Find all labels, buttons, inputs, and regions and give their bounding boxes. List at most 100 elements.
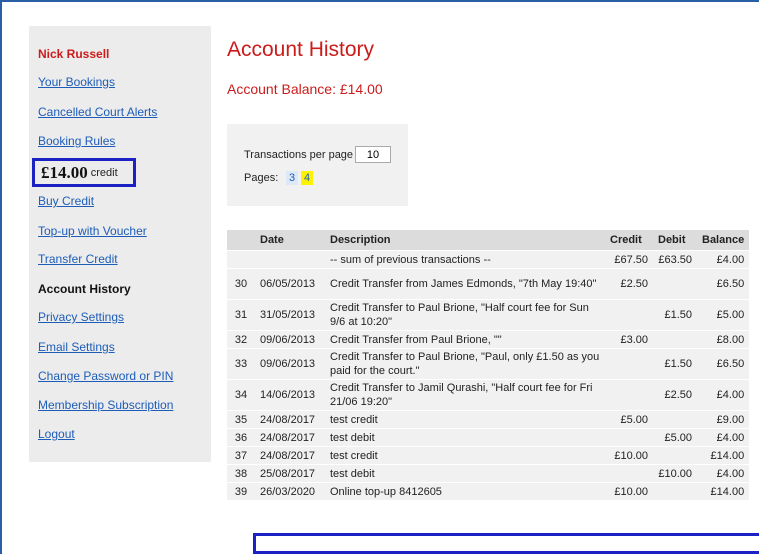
per-page-label: Transactions per page (244, 149, 354, 161)
row-credit (605, 348, 653, 380)
highlight-latest-transaction (253, 533, 759, 554)
row-description: Online top-up 8412605 (325, 482, 605, 501)
nav-buy-credit[interactable]: Buy Credit (38, 194, 94, 208)
row-date: 25/08/2017 (255, 464, 325, 483)
summary-credit: £67.50 (605, 250, 653, 269)
col-date-header: Date (255, 230, 325, 251)
col-index-header (227, 230, 255, 251)
row-date: 06/05/2013 (255, 268, 325, 300)
row-description: Credit Transfer from James Edmonds, "7th… (325, 268, 605, 300)
row-index: 36 (227, 428, 255, 447)
row-index: 38 (227, 464, 255, 483)
row-description: test credit (325, 410, 605, 429)
row-balance: £5.00 (697, 299, 750, 331)
row-debit: £10.00 (653, 464, 697, 483)
nav-change-password[interactable]: Change Password or PIN (38, 369, 173, 383)
table-header-row: Date Description Credit Debit Balance (227, 230, 750, 251)
window-top-border (0, 0, 759, 2)
row-credit: £10.00 (605, 482, 653, 501)
page-title: Account History (227, 38, 375, 61)
row-description: test credit (325, 446, 605, 465)
row-index: 35 (227, 410, 255, 429)
nav-logout[interactable]: Logout (38, 427, 75, 441)
credit-balance-box: £14.00 credit (32, 158, 136, 187)
row-date: 24/08/2017 (255, 410, 325, 429)
row-balance: £8.00 (697, 330, 750, 349)
row-debit: £1.50 (653, 348, 697, 380)
row-debit: £2.50 (653, 379, 697, 411)
row-description: Credit Transfer from Paul Brione, "" (325, 330, 605, 349)
row-balance: £4.00 (697, 464, 750, 483)
account-balance: Account Balance: £14.00 (227, 81, 383, 97)
row-balance: £6.50 (697, 348, 750, 380)
row-index: 37 (227, 446, 255, 465)
row-description: Credit Transfer to Paul Brione, "Paul, o… (325, 348, 605, 380)
table-row: 30 06/05/2013 Credit Transfer from James E… (227, 268, 750, 300)
row-balance: £9.00 (697, 410, 750, 429)
row-index: 31 (227, 299, 255, 331)
row-credit (605, 464, 653, 483)
nav-booking-rules[interactable]: Booking Rules (38, 134, 115, 148)
nav-transfer-credit[interactable]: Transfer Credit (38, 252, 118, 266)
row-credit: £5.00 (605, 410, 653, 429)
table-row: 36 24/08/2017 test debit £5.00 £4.00 (227, 428, 750, 447)
row-credit: £3.00 (605, 330, 653, 349)
table-row: 39 26/03/2020 Online top-up 8412605 £10.00 £… (227, 482, 750, 501)
summary-row: -- sum of previous transactions -- £67.5… (227, 250, 750, 269)
summary-debit: £63.50 (653, 250, 697, 269)
row-debit (653, 330, 697, 349)
row-debit (653, 482, 697, 501)
user-name: Nick Russell (38, 47, 110, 61)
credit-label: credit (90, 166, 118, 179)
row-date: 09/06/2013 (255, 348, 325, 380)
per-page-input[interactable] (355, 146, 391, 163)
sidebar: Nick Russell Your Bookings Cancelled Cou… (29, 26, 211, 462)
row-credit: £10.00 (605, 446, 653, 465)
row-debit (653, 446, 697, 465)
table-row: 31 31/05/2013 Credit Transfer to Paul Brio… (227, 299, 750, 331)
row-balance: £14.00 (697, 446, 750, 465)
row-debit: £1.50 (653, 299, 697, 331)
table-row: 37 24/08/2017 test credit £10.00 £14.00 (227, 446, 750, 465)
row-index: 30 (227, 268, 255, 300)
col-credit-header: Credit (605, 230, 653, 251)
row-balance: £4.00 (697, 428, 750, 447)
nav-top-up-voucher[interactable]: Top-up with Voucher (38, 224, 147, 238)
table-row: 33 09/06/2013 Credit Transfer to Paul Brio… (227, 348, 750, 380)
transactions-table: Date Description Credit Debit Balance --… (227, 230, 750, 501)
row-credit: £2.50 (605, 268, 653, 300)
nav-email-settings[interactable]: Email Settings (38, 340, 115, 354)
nav-your-bookings[interactable]: Your Bookings (38, 75, 115, 89)
row-balance: £14.00 (697, 482, 750, 501)
window-left-border (0, 0, 2, 554)
nav-membership-subscription[interactable]: Membership Subscription (38, 398, 173, 412)
row-debit: £5.00 (653, 428, 697, 447)
summary-description: -- sum of previous transactions -- (325, 250, 605, 269)
page-link-3[interactable]: 3 (286, 171, 298, 185)
summary-balance: £4.00 (697, 250, 750, 269)
page-link-4-current[interactable]: 4 (301, 171, 313, 185)
row-description: Credit Transfer to Paul Brione, "Half co… (325, 299, 605, 331)
row-date: 24/08/2017 (255, 428, 325, 447)
nav-cancelled-court-alerts[interactable]: Cancelled Court Alerts (38, 105, 157, 119)
paging-panel: Transactions per page Pages: 3 4 (227, 124, 408, 206)
nav-privacy-settings[interactable]: Privacy Settings (38, 310, 124, 324)
row-date: 09/06/2013 (255, 330, 325, 349)
nav-account-history[interactable]: Account History (38, 282, 131, 296)
pages-label: Pages: (244, 172, 279, 184)
row-index: 34 (227, 379, 255, 411)
row-balance: £6.50 (697, 268, 750, 300)
row-credit (605, 379, 653, 411)
col-balance-header: Balance (697, 230, 750, 251)
row-description: test debit (325, 464, 605, 483)
row-description: test debit (325, 428, 605, 447)
row-date: 26/03/2020 (255, 482, 325, 501)
row-debit (653, 268, 697, 300)
row-date: 14/06/2013 (255, 379, 325, 411)
col-description-header: Description (325, 230, 605, 251)
row-date: 31/05/2013 (255, 299, 325, 331)
row-index: 33 (227, 348, 255, 380)
row-index: 39 (227, 482, 255, 501)
row-balance: £4.00 (697, 379, 750, 411)
credit-amount: £14.00 (41, 162, 88, 182)
